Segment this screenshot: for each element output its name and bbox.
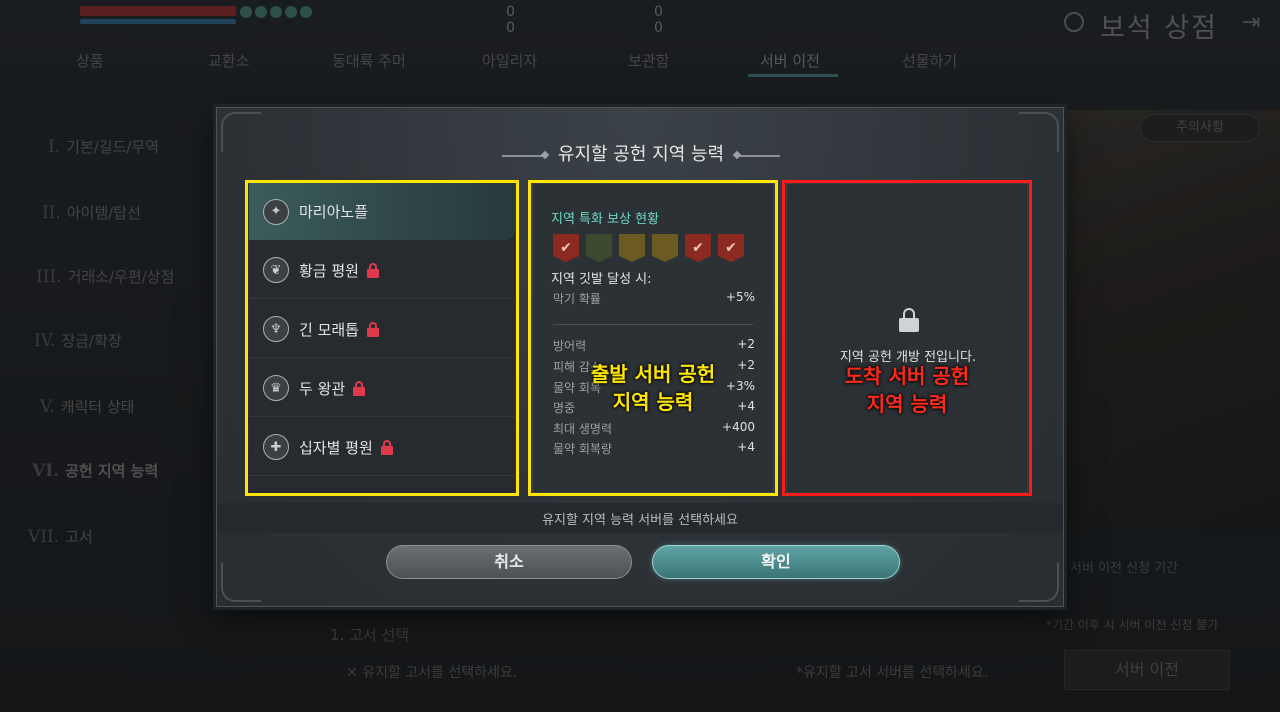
destination-annotation-label: 도착 서버 공헌 지역 능력 bbox=[844, 364, 970, 416]
lock-icon bbox=[353, 381, 366, 396]
reward-status-heading: 지역 특화 보상 현황 bbox=[551, 212, 660, 227]
stat-row: 방어력 +2 bbox=[553, 337, 755, 353]
flag-empty-icon bbox=[586, 234, 612, 262]
region-item-two-crowns[interactable]: ♛ 두 왕관 bbox=[249, 360, 515, 417]
destination-locked-panel: 지역 공헌 개방 전입니다. bbox=[786, 183, 1028, 493]
region-flags: ✔ ✔ ✔ bbox=[553, 234, 744, 262]
flag-empty-icon bbox=[652, 234, 678, 262]
lock-icon bbox=[366, 322, 379, 337]
region-list: ✦ 마리아노플 ❦ 황금 평원 ♆ 긴 모래톱 ♛ 두 왕관 ✚ 십자별 평원 bbox=[249, 183, 515, 493]
modal-title: 유지할 공헌 지역 능력 bbox=[557, 144, 725, 165]
stat-row: 막기 확률 +5% bbox=[553, 290, 755, 306]
confirm-button[interactable]: 확인 bbox=[652, 545, 900, 579]
origin-annotation-label: 출발 서버 공헌 지역 능력 bbox=[590, 362, 716, 414]
region-emblem-icon: ✚ bbox=[263, 434, 289, 460]
region-item-marianople[interactable]: ✦ 마리아노플 bbox=[249, 183, 515, 240]
lock-icon bbox=[366, 263, 379, 278]
lock-icon bbox=[380, 440, 393, 455]
title-ornament-left bbox=[501, 154, 546, 157]
stat-row: 최대 생명력 +400 bbox=[553, 420, 755, 436]
flag-condition-label: 지역 깃발 달성 시: bbox=[551, 272, 652, 287]
flag-empty-icon bbox=[619, 234, 645, 262]
region-emblem-icon: ✦ bbox=[263, 198, 289, 225]
lock-icon bbox=[899, 308, 919, 332]
origin-stats-panel: 지역 특화 보상 현황 ✔ ✔ ✔ 지역 깃발 달성 시: 막기 확률 +5% 방… bbox=[532, 183, 774, 493]
flag-achieved-icon: ✔ bbox=[553, 234, 579, 262]
flag-achieved-icon: ✔ bbox=[718, 234, 744, 262]
stat-row: 물약 회복량 +4 bbox=[553, 440, 755, 456]
select-server-prompt: 유지할 지역 능력 서버를 선택하세요 bbox=[542, 513, 738, 528]
region-emblem-icon: ♛ bbox=[263, 375, 289, 401]
region-emblem-icon: ❦ bbox=[263, 257, 289, 283]
corner-ornament bbox=[221, 562, 261, 602]
region-emblem-icon: ♆ bbox=[263, 316, 289, 342]
stats-divider bbox=[553, 324, 753, 325]
region-item-golden-plains[interactable]: ❦ 황금 평원 bbox=[249, 242, 515, 299]
title-ornament-right bbox=[736, 154, 781, 157]
flag-achieved-icon: ✔ bbox=[685, 234, 711, 262]
modal-header: 유지할 공헌 지역 능력 bbox=[217, 140, 1065, 166]
region-item-long-sandbar[interactable]: ♆ 긴 모래톱 bbox=[249, 301, 515, 358]
cancel-button[interactable]: 취소 bbox=[386, 545, 632, 579]
corner-ornament bbox=[1019, 562, 1059, 602]
region-item-cross-star-plains[interactable]: ✚ 십자별 평원 bbox=[249, 419, 515, 476]
